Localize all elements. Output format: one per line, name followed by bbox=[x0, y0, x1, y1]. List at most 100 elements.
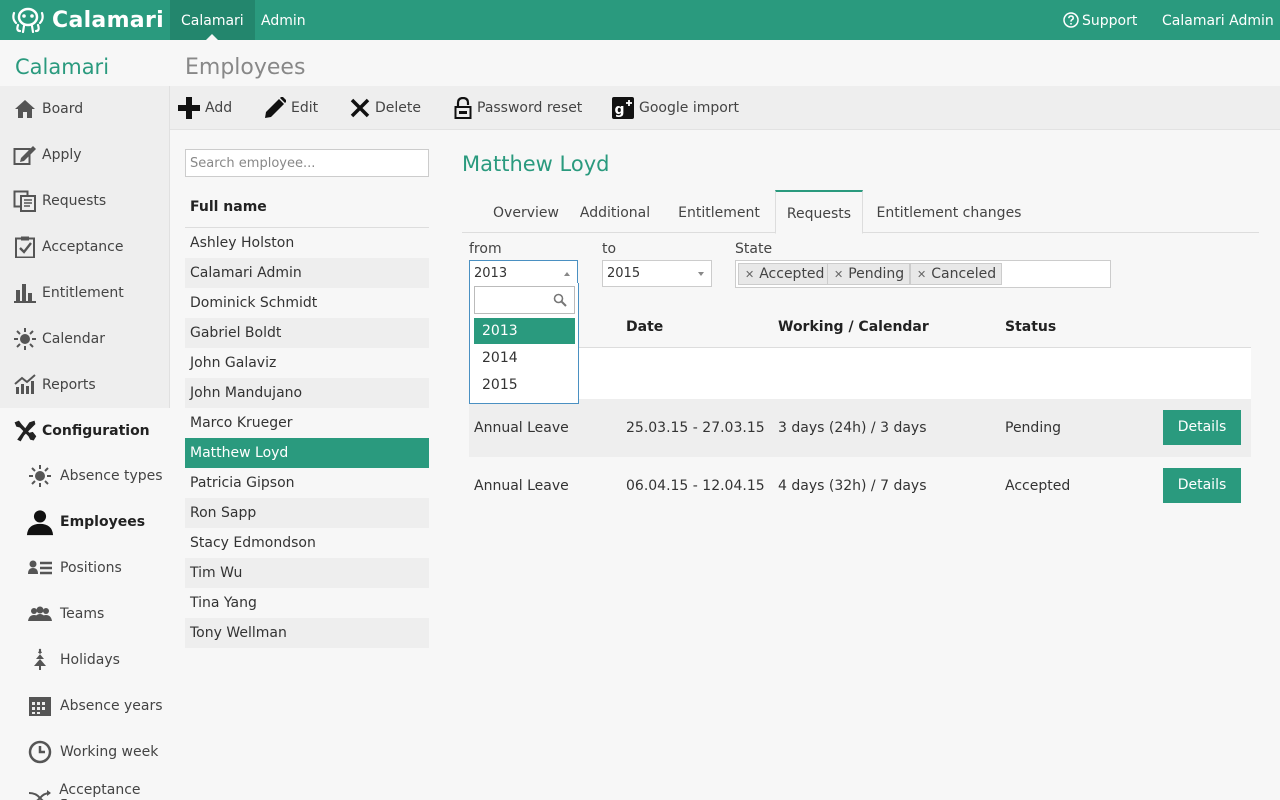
employee-row-selected[interactable]: Matthew Loyd bbox=[185, 438, 429, 468]
sidebar-item-label: Working week bbox=[60, 744, 159, 760]
request-row: Annual Leave 25.03.15 - 27.03.15 3 days … bbox=[469, 399, 1251, 457]
sidebar-item-board[interactable]: Board bbox=[0, 86, 170, 132]
person-icon bbox=[26, 510, 54, 536]
topnav-calamari[interactable]: Calamari bbox=[170, 0, 255, 40]
topnav-admin[interactable]: Admin bbox=[250, 0, 317, 40]
support-link[interactable]: Support bbox=[1063, 0, 1137, 40]
search-icon bbox=[553, 293, 567, 307]
remove-chip-icon[interactable]: ✕ bbox=[917, 268, 926, 281]
clock-icon bbox=[26, 740, 54, 764]
calamari-logo[interactable]: Calamari bbox=[10, 6, 164, 34]
employee-row[interactable]: Tina Yang bbox=[185, 588, 429, 618]
employee-row[interactable]: Marco Krueger bbox=[185, 408, 429, 438]
sidebar-item-acceptance-flow[interactable]: Acceptance flow bbox=[0, 775, 170, 800]
employee-row[interactable]: Tim Wu bbox=[185, 558, 429, 588]
line-chart-icon bbox=[12, 373, 38, 397]
tab-additional[interactable]: Additional bbox=[572, 190, 658, 233]
state-multiselect[interactable]: ✕ Accepted ✕ Pending ✕ Canceled bbox=[735, 260, 1111, 288]
close-icon bbox=[350, 98, 370, 118]
tab-entitlement-changes[interactable]: Entitlement changes bbox=[874, 190, 1024, 233]
password-reset-button[interactable]: Password reset bbox=[454, 86, 582, 130]
delete-button[interactable]: Delete bbox=[350, 86, 421, 130]
lock-icon bbox=[454, 97, 472, 119]
request-working: 4 days (32h) / 7 days bbox=[778, 478, 927, 494]
sidebar-item-absence-years[interactable]: Absence years bbox=[0, 683, 170, 729]
employee-row[interactable]: Patricia Gipson bbox=[185, 468, 429, 498]
requests-icon bbox=[12, 189, 38, 213]
sidebar-item-label: Teams bbox=[60, 606, 105, 622]
sidebar-item-configuration[interactable]: Configuration bbox=[0, 408, 170, 454]
sidebar-item-holidays[interactable]: Holidays bbox=[0, 637, 170, 683]
help-circle-icon bbox=[1063, 12, 1079, 28]
edit-label: Edit bbox=[291, 100, 319, 116]
squid-icon bbox=[12, 7, 44, 33]
tools-icon bbox=[12, 419, 38, 443]
employee-row[interactable]: John Galaviz bbox=[185, 348, 429, 378]
google-import-button[interactable]: g Google import bbox=[612, 86, 739, 130]
flow-icon bbox=[26, 786, 53, 800]
chevron-down-icon bbox=[698, 272, 704, 276]
request-type: Annual Leave bbox=[474, 420, 569, 436]
sidebar-item-teams[interactable]: Teams bbox=[0, 591, 170, 637]
full-name-column-header[interactable]: Full name bbox=[185, 192, 429, 228]
sidebar-item-acceptance[interactable]: Acceptance bbox=[0, 224, 170, 270]
request-working: 3 days (24h) / 3 days bbox=[778, 420, 927, 436]
employee-row[interactable]: Dominick Schmidt bbox=[185, 288, 429, 318]
user-menu[interactable]: Calamari Admin bbox=[1162, 0, 1274, 40]
year-option-2014[interactable]: 2014 bbox=[474, 345, 575, 371]
chevron-up-icon bbox=[564, 272, 570, 276]
year-option-2015[interactable]: 2015 bbox=[474, 372, 575, 398]
employee-row[interactable]: Ron Sapp bbox=[185, 498, 429, 528]
sun-icon bbox=[12, 327, 38, 351]
to-year-select[interactable]: 2015 bbox=[602, 260, 712, 287]
sidebar-item-entitlement[interactable]: Entitlement bbox=[0, 270, 170, 316]
from-year-value: 2013 bbox=[474, 266, 508, 281]
plus-icon bbox=[178, 97, 200, 119]
sidebar-item-employees[interactable]: Employees bbox=[0, 499, 170, 545]
tab-overview[interactable]: Overview bbox=[476, 190, 576, 233]
add-button[interactable]: Add bbox=[178, 86, 232, 130]
bar-chart-icon bbox=[12, 281, 38, 305]
from-label: from bbox=[469, 241, 502, 257]
date-column-header[interactable]: Date bbox=[626, 319, 663, 335]
employee-row[interactable]: Calamari Admin bbox=[185, 258, 429, 288]
tab-entitlement[interactable]: Entitlement bbox=[670, 190, 768, 233]
sidebar-item-absence-types[interactable]: Absence types bbox=[0, 453, 170, 499]
top-navigation-bar: Calamari Calamari Admin Support Calamari… bbox=[0, 0, 1280, 40]
year-option-2013[interactable]: 2013 bbox=[474, 318, 575, 344]
state-chip-label: Pending bbox=[848, 266, 905, 282]
toolbar: Add Edit Delete Password reset g Google … bbox=[170, 86, 1280, 130]
remove-chip-icon[interactable]: ✕ bbox=[745, 268, 754, 281]
edit-button[interactable]: Edit bbox=[264, 86, 318, 130]
working-calendar-column-header[interactable]: Working / Calendar bbox=[778, 319, 929, 335]
state-label: State bbox=[735, 241, 773, 257]
tab-requests[interactable]: Requests bbox=[775, 190, 863, 234]
employee-row[interactable]: Stacy Edmondson bbox=[185, 528, 429, 558]
team-icon bbox=[26, 602, 54, 626]
sidebar-item-requests[interactable]: Requests bbox=[0, 178, 170, 224]
sidebar-item-label: Apply bbox=[42, 147, 82, 163]
employee-row[interactable]: Gabriel Boldt bbox=[185, 318, 429, 348]
details-button[interactable]: Details bbox=[1163, 468, 1241, 503]
support-label: Support bbox=[1082, 13, 1138, 29]
sidebar-item-calendar[interactable]: Calendar bbox=[0, 316, 170, 362]
logo-text: Calamari bbox=[52, 7, 164, 33]
sidebar-item-label: Requests bbox=[42, 193, 107, 209]
search-employee-input[interactable] bbox=[185, 149, 429, 177]
status-column-header[interactable]: Status bbox=[1005, 319, 1056, 335]
google-import-label: Google import bbox=[639, 100, 740, 116]
edit-icon bbox=[12, 143, 38, 167]
remove-chip-icon[interactable]: ✕ bbox=[834, 268, 843, 281]
employee-row[interactable]: Ashley Holston bbox=[185, 228, 429, 258]
sidebar-item-positions[interactable]: Positions bbox=[0, 545, 170, 591]
page-title: Employees bbox=[185, 55, 306, 80]
sidebar-item-reports[interactable]: Reports bbox=[0, 362, 170, 408]
request-status: Pending bbox=[1005, 420, 1061, 436]
employee-row[interactable]: Tony Wellman bbox=[185, 618, 429, 648]
details-button[interactable]: Details bbox=[1163, 410, 1241, 445]
sidebar-item-working-week[interactable]: Working week bbox=[0, 729, 170, 775]
dropdown-search-input[interactable] bbox=[474, 286, 575, 314]
employee-row[interactable]: John Mandujano bbox=[185, 378, 429, 408]
sidebar-item-apply[interactable]: Apply bbox=[0, 132, 170, 178]
sidebar-item-label: Holidays bbox=[60, 652, 120, 668]
